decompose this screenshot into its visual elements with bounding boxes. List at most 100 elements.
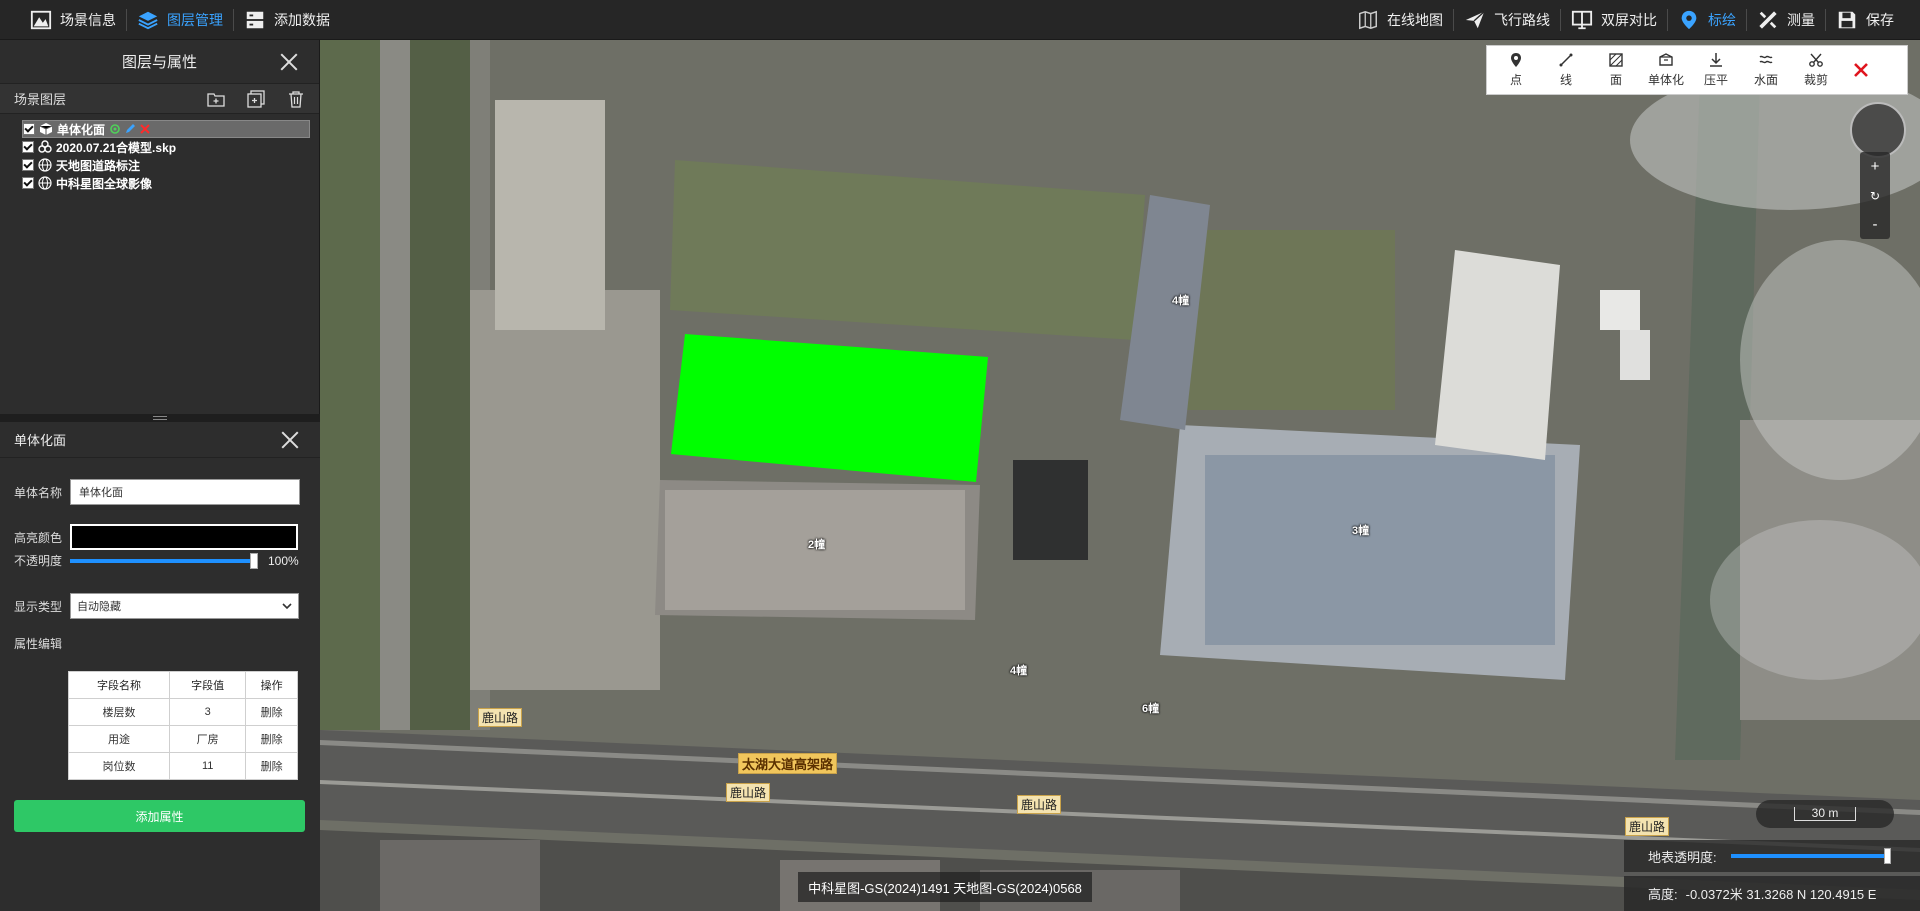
plot-flatten-button[interactable]: 压平	[1691, 45, 1741, 95]
building-label: 4幢	[1010, 665, 1028, 677]
opacity-slider-thumb[interactable]	[250, 552, 258, 569]
display-type-select[interactable]: 自动隐藏	[70, 593, 299, 619]
field-name-cell[interactable]: 用途	[67, 725, 171, 753]
layer-item-monomer[interactable]: 单体化面	[22, 120, 310, 138]
save-button[interactable]: 保存	[1826, 0, 1904, 40]
delete-field-button[interactable]: 删除	[245, 725, 298, 753]
scissors-icon	[1809, 53, 1823, 67]
plot-line-button[interactable]: 线	[1541, 45, 1591, 95]
road-label: 鹿山路	[1017, 795, 1062, 814]
scene-layers-title: 场景图层	[14, 92, 67, 107]
add-data-icon	[246, 11, 264, 28]
plot-monomer-button[interactable]: 单体化	[1641, 45, 1691, 95]
delete-icon[interactable]	[139, 123, 151, 135]
opacity-value: 100%	[268, 553, 299, 568]
map-viewport[interactable]: 4幢 2幢 3幢 4幢 6幢 鹿山路 太湖大道高架路 鹿山路 鹿山路 鹿山路 点…	[320, 40, 1920, 911]
layer-checkbox[interactable]	[22, 159, 34, 171]
add-attribute-button[interactable]: 添加属性	[14, 800, 305, 832]
delete-layer-icon[interactable]	[287, 90, 305, 108]
layer-checkbox[interactable]	[23, 123, 35, 135]
table-row: 岗位数 11 删除	[67, 752, 298, 780]
close-plot-toolbar-button[interactable]	[1841, 62, 1881, 78]
cube-icon	[39, 123, 53, 135]
plot-marker-icon	[1681, 10, 1697, 29]
add-data-label: 添加数据	[274, 11, 330, 28]
dual-screen-button[interactable]: 双屏对比	[1561, 0, 1667, 40]
plot-polygon-button[interactable]: 面	[1591, 45, 1641, 95]
flatten-icon	[1710, 53, 1722, 67]
edit-icon[interactable]	[124, 123, 136, 135]
close-panel-icon[interactable]	[279, 52, 299, 72]
layer-manage-button[interactable]: 图层管理	[127, 0, 233, 40]
layer-checkbox[interactable]	[22, 177, 34, 189]
building-label: 6幢	[1142, 703, 1160, 715]
layer-ops	[109, 123, 154, 135]
zoom-in-button[interactable]: +	[1860, 152, 1890, 181]
properties-panel: 单体化面 单体名称 高亮颜色 不透明度 100% 显示类型 自动隐藏	[0, 422, 320, 911]
name-row: 单体名称	[14, 479, 300, 505]
attr-edit-label: 属性编辑	[14, 637, 63, 651]
layer-item-model[interactable]: 2020.07.21合模型.skp	[22, 138, 319, 156]
properties-header: 单体化面	[0, 422, 320, 458]
satellite-imagery	[320, 40, 1920, 911]
plot-point-button[interactable]: 点	[1491, 45, 1541, 95]
zoom-reset-button[interactable]: ↻	[1860, 181, 1890, 210]
panel-splitter[interactable]	[0, 414, 320, 422]
field-value-cell[interactable]: 3	[169, 698, 247, 726]
display-type-label: 显示类型	[14, 599, 63, 614]
properties-title: 单体化面	[14, 433, 67, 448]
close-properties-icon[interactable]	[280, 430, 300, 450]
measure-label: 测量	[1787, 11, 1815, 28]
measure-button[interactable]: 测量	[1747, 0, 1825, 40]
layer-manage-icon	[138, 11, 158, 29]
add-layer-icon[interactable]	[247, 89, 265, 108]
polygon-draw-icon	[1609, 53, 1623, 67]
flight-route-label: 飞行路线	[1494, 11, 1550, 28]
online-map-button[interactable]: 在线地图	[1347, 0, 1453, 40]
table-header-row: 字段名称 字段值 操作	[67, 671, 298, 699]
surface-opacity-thumb[interactable]	[1883, 848, 1891, 864]
surface-opacity-slider[interactable]	[1730, 848, 1891, 864]
scene-info-icon	[30, 10, 52, 29]
plot-line-label: 线	[1559, 73, 1572, 87]
water-icon	[1759, 55, 1773, 64]
field-value-cell[interactable]: 11	[169, 752, 247, 780]
globe-icon	[38, 158, 52, 172]
layer-name: 2020.07.21合模型.skp	[56, 140, 177, 155]
plot-water-label: 水面	[1753, 73, 1778, 87]
left-panel: 图层与属性 场景图层 单体化面 2020.07.21合模型.skp 天地图道路标…	[0, 40, 320, 911]
layer-checkbox[interactable]	[22, 141, 34, 153]
field-name-cell[interactable]: 楼层数	[67, 698, 171, 726]
layers-panel-title: 图层与属性	[121, 54, 197, 71]
plot-clip-label: 裁剪	[1803, 73, 1828, 87]
building-label: 3幢	[1352, 525, 1370, 537]
chevron-down-icon	[282, 603, 292, 610]
monomer-name-input[interactable]	[70, 479, 300, 505]
zoom-out-button[interactable]: -	[1860, 210, 1890, 239]
zoom-control: + ↻ -	[1860, 152, 1890, 239]
plot-polygon-label: 面	[1609, 73, 1622, 87]
plot-button[interactable]: 标绘	[1668, 0, 1746, 40]
point-marker-icon	[1511, 53, 1521, 67]
compass-icon[interactable]	[1850, 102, 1906, 158]
layer-item-road-annotation[interactable]: 天地图道路标注	[22, 156, 319, 174]
dual-screen-label: 双屏对比	[1601, 11, 1657, 28]
flight-route-button[interactable]: 飞行路线	[1454, 0, 1560, 40]
opacity-slider[interactable]	[70, 552, 258, 569]
delete-field-button[interactable]: 删除	[245, 698, 298, 726]
layer-item-global-imagery[interactable]: 中科星图全球影像	[22, 174, 319, 192]
scene-info-button[interactable]: 场景信息	[0, 0, 126, 40]
plot-clip-button[interactable]: 裁剪	[1791, 45, 1841, 95]
field-value-cell[interactable]: 厂房	[169, 725, 247, 753]
layers-panel-header: 图层与属性	[0, 40, 319, 84]
highlight-color-picker[interactable]	[70, 524, 298, 550]
locate-icon[interactable]	[109, 123, 121, 135]
add-folder-icon[interactable]	[207, 90, 225, 108]
delete-field-button[interactable]: 删除	[245, 752, 298, 780]
map-credit: 中科星图-GS(2024)1491 天地图-GS(2024)0568	[798, 872, 1092, 902]
layer-name: 单体化面	[57, 122, 106, 137]
add-data-button[interactable]: 添加数据	[234, 0, 340, 40]
field-name-cell[interactable]: 岗位数	[67, 752, 171, 780]
altitude-label: 高度:	[1648, 887, 1678, 902]
plot-water-button[interactable]: 水面	[1741, 45, 1791, 95]
